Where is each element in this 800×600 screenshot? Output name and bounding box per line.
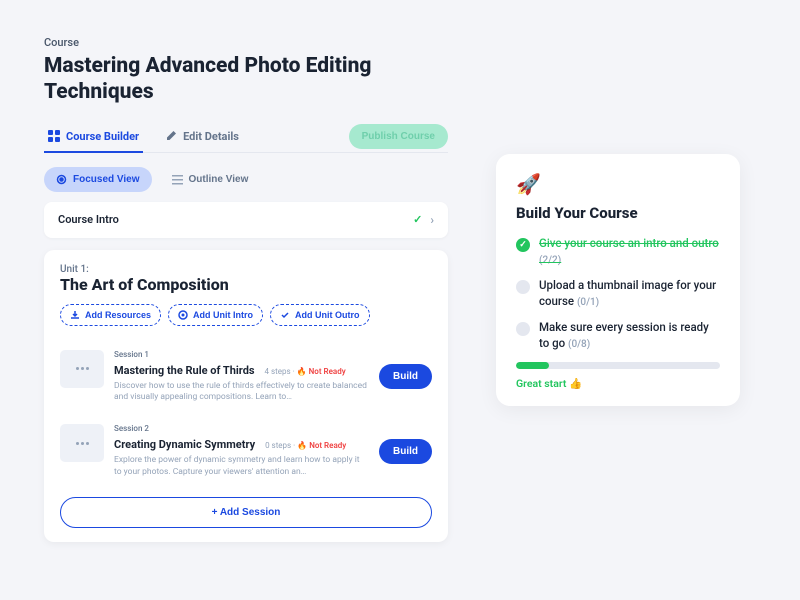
add-session-button[interactable]: + Add Session — [60, 497, 432, 528]
check-icon: ✓ — [413, 213, 422, 226]
session-title: Creating Dynamic Symmetry — [114, 438, 255, 451]
session-thumbnail[interactable] — [60, 350, 104, 388]
session-description: Explore the power of dynamic symmetry an… — [114, 455, 369, 479]
breadcrumb: Course — [44, 36, 448, 49]
unit-actions: Add Resources Add Unit Intro Add Unit Ou… — [60, 304, 432, 326]
progress-fill — [516, 362, 549, 369]
view-label: Focused View — [73, 174, 140, 185]
add-unit-intro-button[interactable]: Add Unit Intro — [168, 304, 263, 326]
checklist-text: Give your course an intro and outro (2/2… — [539, 236, 720, 267]
intro-icon — [178, 310, 188, 320]
check-circle-pending-icon — [516, 280, 530, 294]
check-circle-done-icon — [516, 238, 530, 252]
session-meta: 0 steps · 🔥 Not Ready — [265, 441, 346, 450]
progress-bar — [516, 362, 720, 369]
add-resources-button[interactable]: Add Resources — [60, 304, 161, 326]
rocket-icon: 🚀 — [516, 172, 720, 196]
checklist-item[interactable]: Upload a thumbnail image for your course… — [516, 278, 720, 309]
pill-label: Add Unit Outro — [295, 310, 360, 320]
unit-title: The Art of Composition — [60, 275, 432, 294]
outline-icon — [172, 174, 183, 185]
session-title: Mastering the Rule of Thirds — [114, 364, 255, 377]
pill-label: Add Unit Intro — [193, 310, 253, 320]
checklist-title: Build Your Course — [516, 204, 720, 222]
unit-card: Unit 1: The Art of Composition Add Resou… — [44, 250, 448, 543]
edit-icon — [165, 130, 177, 142]
checklist-card: 🚀 Build Your Course Give your course an … — [496, 154, 740, 406]
page-title: Mastering Advanced Photo Editing Techniq… — [44, 53, 448, 106]
session-label: Session 1 — [114, 350, 369, 359]
add-unit-outro-button[interactable]: Add Unit Outro — [270, 304, 370, 326]
build-button[interactable]: Build — [379, 364, 432, 389]
outline-view-button[interactable]: Outline View — [160, 167, 261, 192]
tabs: Course Builder Edit Details Publish Cour… — [44, 122, 448, 153]
builder-icon — [48, 130, 60, 142]
outro-icon — [280, 310, 290, 320]
view-toggle: Focused View Outline View — [44, 167, 448, 192]
tab-label: Edit Details — [183, 130, 239, 143]
session-meta: 4 steps · 🔥 Not Ready — [265, 367, 346, 376]
check-circle-pending-icon — [516, 322, 530, 336]
course-intro-row[interactable]: Course Intro ✓ › — [44, 202, 448, 238]
pill-label: Add Resources — [85, 310, 151, 320]
tab-edit-details[interactable]: Edit Details — [161, 122, 243, 153]
checklist-text: Make sure every session is ready to go (… — [539, 320, 720, 351]
session-row: Session 1 Mastering the Rule of Thirds 4… — [60, 340, 432, 415]
progress-label: Great start 👍 — [516, 377, 720, 390]
session-label: Session 2 — [114, 424, 369, 433]
view-label: Outline View — [189, 174, 249, 185]
build-button[interactable]: Build — [379, 439, 432, 464]
download-icon — [70, 310, 80, 320]
session-row: Session 2 Creating Dynamic Symmetry 0 st… — [60, 414, 432, 489]
checklist-item[interactable]: Give your course an intro and outro (2/2… — [516, 236, 720, 267]
focused-view-button[interactable]: Focused View — [44, 167, 152, 192]
session-thumbnail[interactable] — [60, 424, 104, 462]
checklist-text: Upload a thumbnail image for your course… — [539, 278, 720, 309]
unit-label: Unit 1: — [60, 264, 432, 275]
session-description: Discover how to use the rule of thirds e… — [114, 381, 369, 405]
focused-icon — [56, 174, 67, 185]
checklist-item[interactable]: Make sure every session is ready to go (… — [516, 320, 720, 351]
chevron-right-icon: › — [430, 213, 434, 227]
publish-button[interactable]: Publish Course — [349, 124, 448, 149]
tab-course-builder[interactable]: Course Builder — [44, 122, 143, 153]
tab-label: Course Builder — [66, 130, 139, 143]
intro-label: Course Intro — [58, 213, 119, 226]
